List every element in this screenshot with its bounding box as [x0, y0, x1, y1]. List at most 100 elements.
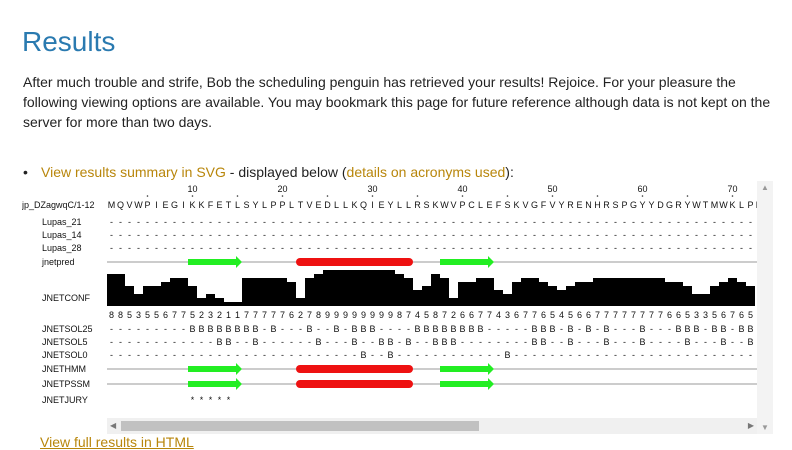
sol-char: B — [747, 324, 753, 334]
sol-char: B — [270, 324, 276, 334]
sol-char: - — [290, 324, 293, 334]
ruler-tick-label: 40 — [457, 184, 467, 194]
sol-char: - — [191, 337, 194, 347]
ruler-tick — [326, 195, 329, 197]
full-results-link[interactable]: View full results in HTML — [40, 434, 194, 450]
residue: P — [144, 200, 150, 210]
dot-mark: - — [515, 230, 518, 240]
dot-mark: - — [614, 217, 617, 227]
dot-mark: - — [299, 243, 302, 253]
conf-bar — [422, 286, 431, 306]
sol-char: - — [713, 350, 716, 360]
sol-char: - — [308, 350, 311, 360]
sol-char: B — [450, 337, 456, 347]
dot-mark: - — [704, 243, 707, 253]
conf-bar — [521, 278, 530, 306]
sol-char: - — [299, 337, 302, 347]
sol-char: - — [209, 350, 212, 360]
scroll-up-icon[interactable]: ▲ — [761, 183, 769, 192]
residue: P — [747, 200, 753, 210]
conf-digit: 6 — [721, 310, 726, 320]
dot-mark: - — [497, 243, 500, 253]
sol-char: - — [650, 337, 653, 347]
residue: W — [719, 200, 728, 210]
residue: W — [440, 200, 449, 210]
ss-jnetpssm-strand-head — [236, 378, 242, 390]
conf-digit: 3 — [208, 310, 213, 320]
sol-char: - — [623, 337, 626, 347]
sol-char: - — [173, 350, 176, 360]
sol-char: B — [315, 337, 321, 347]
dot-mark: - — [677, 243, 680, 253]
dot-mark: - — [254, 217, 257, 227]
dot-mark: - — [650, 217, 653, 227]
residue: L — [343, 200, 348, 210]
scroll-right-icon[interactable]: ▶ — [748, 421, 754, 430]
dot-mark: - — [515, 217, 518, 227]
residue: F — [496, 200, 502, 210]
conf-digit: 3 — [694, 310, 699, 320]
sol-char: - — [209, 337, 212, 347]
dot-mark: - — [740, 230, 743, 240]
sol-char: B — [450, 324, 456, 334]
dot-mark: - — [353, 243, 356, 253]
sol-char: - — [353, 350, 356, 360]
scroll-left-icon[interactable]: ◀ — [110, 421, 116, 430]
summary-svg-link[interactable]: View results summary in SVG — [41, 164, 226, 180]
dot-mark: - — [470, 217, 473, 227]
dot-mark: - — [173, 230, 176, 240]
ss-jnetpred-strand-head — [236, 256, 242, 268]
vertical-scrollbar[interactable]: ▲ ▼ — [757, 181, 773, 434]
ss-jnethmm-strand-head — [488, 363, 494, 375]
sol-char: - — [434, 350, 437, 360]
sol-char: - — [137, 350, 140, 360]
conf-bar — [350, 270, 359, 306]
dot-mark: - — [290, 217, 293, 227]
dot-mark: - — [308, 243, 311, 253]
conf-digit: 6 — [586, 310, 591, 320]
conf-bar — [503, 294, 512, 306]
residue: L — [262, 200, 267, 210]
dot-mark: - — [371, 230, 374, 240]
conf-bar — [584, 282, 593, 306]
dot-mark: - — [731, 230, 734, 240]
dot-mark: - — [452, 243, 455, 253]
dot-mark: - — [587, 217, 590, 227]
horizontal-scrollbar[interactable]: ◀ ▶ — [107, 418, 757, 434]
dot-mark: - — [128, 243, 131, 253]
conf-digit: 6 — [163, 310, 168, 320]
dot-mark: - — [119, 243, 122, 253]
conf-digit: 9 — [361, 310, 366, 320]
dot-mark: - — [704, 230, 707, 240]
ruler-tick — [686, 195, 689, 197]
sol-char: - — [623, 350, 626, 360]
sol-char: - — [497, 337, 500, 347]
scroll-thumb[interactable] — [121, 421, 479, 431]
row-label-jnetsol25: JNETSOL25 — [42, 324, 93, 334]
sol-char: - — [668, 324, 671, 334]
dot-mark: - — [218, 230, 221, 240]
sol-char: - — [164, 324, 167, 334]
residue: L — [289, 200, 294, 210]
sol-char: B — [225, 337, 231, 347]
sol-char: - — [236, 337, 239, 347]
row-label-jnetpssm: JNETPSSM — [42, 379, 90, 389]
conf-bar — [665, 282, 674, 306]
conf-bar — [611, 278, 620, 306]
dot-mark: - — [119, 230, 122, 240]
dot-mark: - — [470, 230, 473, 240]
dot-mark: - — [380, 217, 383, 227]
query-label: jp_DZagwqC/1-12 — [22, 200, 95, 210]
conf-digit: 7 — [244, 310, 249, 320]
conf-bar — [719, 282, 728, 306]
conf-digit: 7 — [730, 310, 735, 320]
sol-char: B — [477, 324, 483, 334]
sol-char: - — [254, 350, 257, 360]
sol-char: B — [675, 324, 681, 334]
acronyms-link[interactable]: details on acronyms used — [347, 164, 506, 180]
dot-mark: - — [524, 230, 527, 240]
scroll-down-icon[interactable]: ▼ — [761, 423, 769, 432]
residue: L — [739, 200, 744, 210]
conf-bar — [314, 274, 323, 306]
dot-mark: - — [353, 230, 356, 240]
